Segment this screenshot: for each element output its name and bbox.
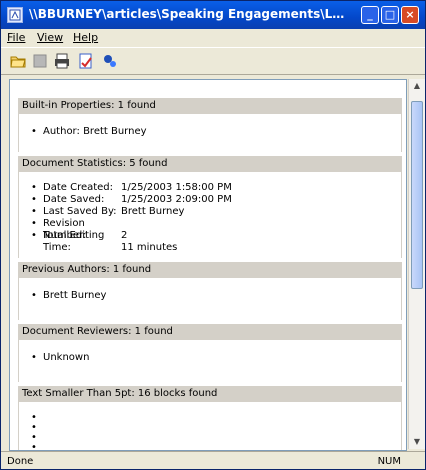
menu-view[interactable]: View [37, 31, 63, 44]
section-body: Date Created:1/25/2003 1:58:00 PM Date S… [18, 172, 402, 258]
scroll-thumb[interactable] [411, 101, 423, 289]
section-heading: Previous Authors: 1 found [18, 262, 402, 278]
status-bar: Done NUM [1, 451, 425, 469]
section-body: Brett Burney [18, 278, 402, 320]
menu-file[interactable]: File [7, 31, 25, 44]
menu-help[interactable]: Help [73, 31, 98, 44]
section-body [18, 402, 402, 450]
status-text: Done [7, 456, 34, 467]
scroll-down-arrow-icon[interactable]: ▼ [411, 435, 423, 449]
section-heading: Document Reviewers: 1 found [18, 324, 402, 340]
window-title: \\BBURNEY\articles\Speaking Engagements\… [29, 7, 349, 21]
reviewer-item: Unknown [31, 352, 90, 364]
scroll-up-arrow-icon[interactable]: ▲ [411, 79, 423, 93]
minimize-button[interactable]: _ [361, 6, 379, 24]
app-window: \\BBURNEY\articles\Speaking Engagements\… [0, 0, 426, 470]
settings-icon[interactable] [101, 52, 119, 70]
property-item: Author: Brett Burney [31, 126, 146, 138]
blank-icon[interactable] [31, 52, 49, 70]
section-body: Unknown [18, 340, 402, 382]
section-heading: Document Statistics: 5 found [18, 156, 402, 172]
print-icon[interactable] [53, 52, 71, 70]
author-item: Brett Burney [31, 290, 107, 302]
menu-bar: File View Help [1, 29, 425, 47]
title-bar[interactable]: \\BBURNEY\articles\Speaking Engagements\… [1, 1, 425, 29]
folder-open-icon[interactable] [9, 52, 27, 70]
document-check-icon[interactable] [77, 52, 95, 70]
toolbar [1, 47, 425, 75]
statistic-item: Date Created:1/25/2003 1:58:00 PM [31, 182, 232, 194]
vertical-scrollbar[interactable]: ▲ ▼ [408, 79, 425, 449]
close-button[interactable]: × [401, 6, 419, 24]
section-body: Author: Brett Burney [18, 114, 402, 152]
num-lock-indicator: NUM [377, 456, 401, 467]
app-icon [7, 7, 23, 23]
statistic-item: Last Saved By:Brett Burney [31, 206, 185, 218]
statistic-item: Total Editing Time:11 minutes [31, 230, 177, 254]
section-heading: Text Smaller Than 5pt: 16 blocks found [18, 386, 402, 402]
statistic-item: Date Saved:1/25/2003 2:09:00 PM [31, 194, 232, 206]
section-heading: Built-in Properties: 1 found [18, 98, 402, 114]
results-pane: Built-in Properties: 1 found Author: Bre… [9, 79, 407, 451]
maximize-button[interactable]: □ [381, 6, 399, 24]
